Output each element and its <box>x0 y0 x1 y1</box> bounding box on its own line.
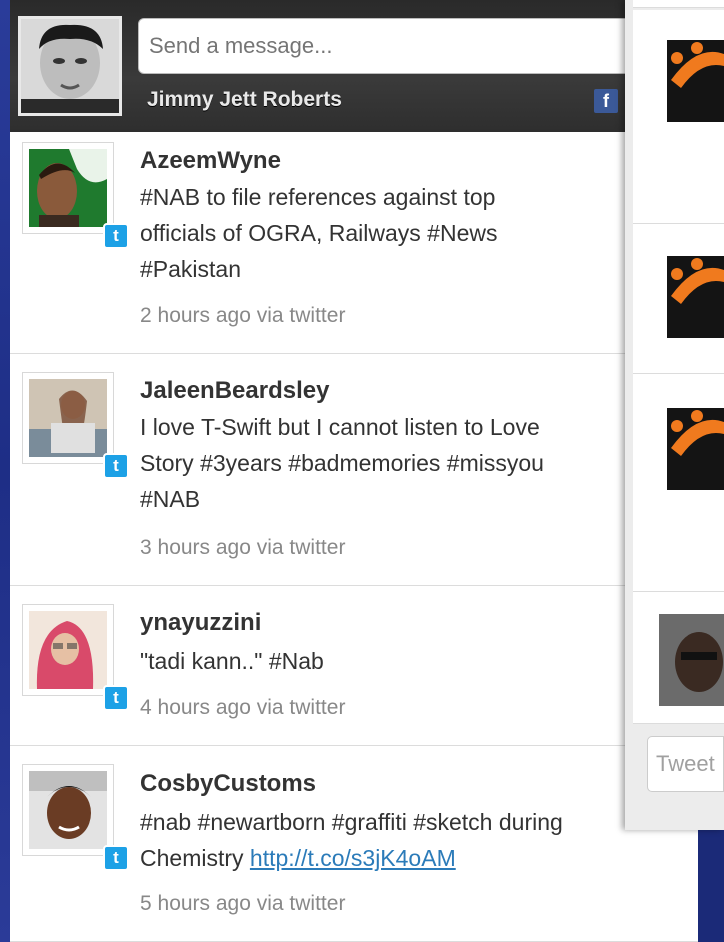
tweet-text: #NAB to file references against top offi… <box>140 184 498 282</box>
twitter-bird-icon: t <box>103 223 129 249</box>
user-avatar-image <box>21 19 119 113</box>
left-background-strip <box>0 0 10 942</box>
current-user-name: Jimmy Jett Roberts <box>147 88 342 111</box>
feed-panel: Jimmy Jett Roberts f t AzeemWyne #NAB to… <box>10 0 698 942</box>
tweet-avatar[interactable]: t <box>22 764 129 871</box>
tweet-username[interactable]: AzeemWyne <box>140 147 281 175</box>
right-overlay-panel: Tweet <box>625 0 724 830</box>
tweet-avatar[interactable]: t <box>22 372 129 479</box>
tweet-username[interactable]: CosbyCustoms <box>140 770 316 798</box>
composer-bar: Jimmy Jett Roberts f <box>10 0 698 132</box>
tweet-username[interactable]: JaleenBeardsley <box>140 377 329 405</box>
overlay-list-item[interactable] <box>633 10 724 224</box>
overlay-row-top <box>633 0 724 8</box>
tweet-timestamp[interactable]: 2 hours ago via twitter <box>140 304 345 328</box>
twitter-bird-icon: t <box>103 845 129 871</box>
tweet-timestamp[interactable]: 3 hours ago via twitter <box>140 536 345 560</box>
user-avatar[interactable] <box>18 16 122 116</box>
message-input[interactable] <box>138 18 698 74</box>
tweet-timestamp[interactable]: 4 hours ago via twitter <box>140 696 345 720</box>
facebook-icon[interactable]: f <box>594 89 618 113</box>
overlay-list-item[interactable] <box>633 592 724 724</box>
avatar-image-azeemwyne <box>29 149 107 227</box>
tweet-username[interactable]: ynayuzzini <box>140 609 261 637</box>
tweet-text: #nab #newartborn #graffiti #sketch durin… <box>140 804 675 876</box>
tweet-avatar[interactable]: t <box>22 142 129 249</box>
twitter-bird-icon: t <box>103 685 129 711</box>
avatar-image-cosbycustoms <box>29 771 107 849</box>
tweet-item: t CosbyCustoms #nab #newartborn #graffit… <box>10 746 698 942</box>
tweet-item: t AzeemWyne #NAB to file references agai… <box>10 132 698 354</box>
overlay-thumbnail <box>667 256 724 338</box>
overlay-thumbnail <box>659 614 724 706</box>
avatar-image-jaleenbeardsley <box>29 379 107 457</box>
overlay-thumbnail <box>667 408 724 490</box>
tweet-input[interactable]: Tweet <box>647 736 724 792</box>
overlay-list-item[interactable] <box>633 224 724 374</box>
twitter-bird-icon: t <box>103 453 129 479</box>
overlay-list-item[interactable] <box>633 374 724 592</box>
overlay-thumbnail <box>667 40 724 122</box>
tweet-item: t JaleenBeardsley I love T-Swift but I c… <box>10 354 698 586</box>
tweet-text: I love T-Swift but I cannot listen to Lo… <box>140 414 544 512</box>
tweet-link[interactable]: http://t.co/s3jK4oAM <box>250 845 456 871</box>
tweet-timestamp[interactable]: 5 hours ago via twitter <box>140 892 345 916</box>
tweet-item: t ynayuzzini "tadi kann.." #Nab 4 hours … <box>10 586 698 746</box>
avatar-image-ynayuzzini <box>29 611 107 689</box>
tweet-avatar[interactable]: t <box>22 604 129 711</box>
tweet-text: "tadi kann.." #Nab <box>140 648 324 674</box>
